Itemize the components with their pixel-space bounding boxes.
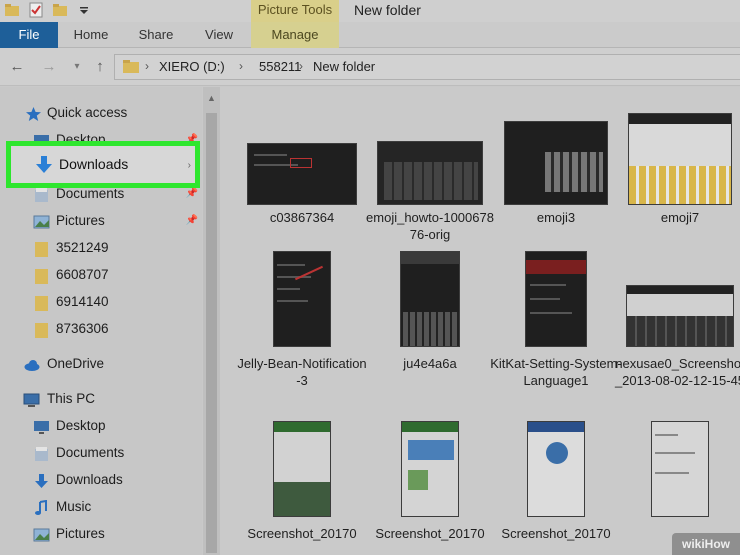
nav-downloads-highlighted[interactable]: Downloads › [6, 141, 200, 188]
tab-view[interactable]: View [190, 22, 248, 48]
image-thumbnail [626, 285, 734, 347]
new-folder-icon[interactable] [52, 2, 68, 18]
file-name: Screenshot_20170 [375, 526, 485, 541]
nav-pc-downloads[interactable]: Downloads [0, 469, 202, 493]
file-name: emoji3 [536, 210, 576, 225]
image-thumbnail [400, 251, 460, 347]
download-arrow-icon [36, 156, 52, 173]
image-thumbnail [628, 113, 732, 205]
pin-icon: 📌 [185, 188, 198, 199]
desktop-icon [34, 421, 49, 434]
downloads-label: Downloads [59, 156, 129, 172]
file-name: KitKat-Setting-System-Language1 [490, 356, 622, 388]
title-bar: Picture Tools New folder [0, 0, 740, 22]
tab-share[interactable]: Share [124, 22, 188, 48]
file-name: nexusae0_Screenshot_2013-08-02-12-15-45 [614, 356, 740, 388]
tab-home[interactable]: Home [60, 22, 122, 48]
file-name: Screenshot_20170 [247, 526, 357, 541]
image-thumbnail [504, 121, 608, 205]
address-row: ← → ▾ ↑ › XIERO (D:) › 558211 › New fold… [0, 48, 740, 86]
documents-icon [35, 447, 48, 461]
folder-icon [35, 323, 48, 338]
address-bar[interactable]: › XIERO (D:) › 558211 › New folder [114, 54, 740, 80]
quick-access-toolbar [4, 2, 92, 18]
folder-icon [35, 269, 48, 284]
nav-folder-8736306[interactable]: 8736306 [0, 318, 202, 342]
file-name: ju4e4a6a [403, 356, 457, 371]
tab-file[interactable]: File [0, 22, 58, 48]
download-arrow-icon [35, 474, 48, 488]
window-title: New folder [354, 2, 421, 18]
nav-pc-documents[interactable]: Documents [0, 442, 202, 466]
computer-icon [23, 393, 40, 407]
documents-icon [35, 188, 48, 202]
up-arrow-icon[interactable]: ↑ [91, 58, 109, 76]
nav-onedrive[interactable]: OneDrive [0, 353, 202, 377]
image-thumbnail [377, 141, 483, 205]
file-name: emoji7 [660, 210, 700, 225]
customize-dropdown-icon[interactable] [76, 2, 92, 18]
image-thumbnail [273, 251, 331, 347]
file-name: Screenshot_20170 [501, 526, 611, 541]
nav-folder-6914140[interactable]: 6914140 [0, 291, 202, 315]
file-name: c03867364 [269, 210, 335, 225]
nav-pc-desktop[interactable]: Desktop [0, 415, 202, 439]
folder-icon [35, 296, 48, 311]
image-thumbnail [247, 143, 357, 205]
nav-pc-music[interactable]: Music [0, 496, 202, 520]
image-thumbnail [527, 421, 585, 517]
nav-pc-pictures[interactable]: Pictures [0, 523, 202, 547]
folder-icon [35, 242, 48, 257]
image-thumbnail [273, 421, 331, 517]
music-icon [35, 500, 47, 515]
image-thumbnail [651, 421, 709, 517]
ribbon-tabs: File Home Share View Manage [0, 22, 740, 48]
back-arrow-icon[interactable]: ← [8, 58, 26, 76]
star-icon [26, 107, 41, 121]
scrollbar-thumb[interactable] [206, 113, 217, 553]
breadcrumb-separator-icon[interactable]: › [299, 59, 303, 73]
pictures-icon [33, 528, 50, 542]
picture-tools-label: Picture Tools [251, 0, 339, 22]
nav-scrollbar[interactable]: ▲ [203, 87, 220, 555]
file-name: emoji_howto-100067876-orig [366, 210, 494, 242]
breadcrumb-separator-icon[interactable]: › [239, 59, 243, 73]
file-view: c03867364 emoji_howto-100067876-orig emo… [220, 87, 740, 555]
scroll-up-icon[interactable]: ▲ [207, 93, 216, 103]
nav-folder-6608707[interactable]: 6608707 [0, 264, 202, 288]
pin-icon: 📌 [185, 215, 198, 226]
nav-pictures[interactable]: Pictures 📌 [0, 210, 202, 234]
image-thumbnail [525, 251, 587, 347]
chevron-right-icon: › [187, 160, 191, 171]
folder-icon [123, 60, 139, 73]
tab-manage[interactable]: Manage [251, 22, 339, 48]
breadcrumb-current[interactable]: New folder [313, 59, 375, 74]
breadcrumb-drive[interactable]: XIERO (D:) [159, 59, 225, 74]
file-name: Jelly-Bean-Notification-3 [237, 356, 367, 388]
nav-quick-access[interactable]: Quick access [0, 102, 202, 126]
image-thumbnail [401, 421, 459, 517]
forward-arrow-icon[interactable]: → [40, 58, 58, 76]
nav-folder-3521249[interactable]: 3521249 [0, 237, 202, 261]
wikihow-watermark: wikiHow [672, 533, 740, 555]
breadcrumb-folder[interactable]: 558211 [259, 59, 301, 74]
properties-icon[interactable] [28, 2, 44, 18]
recent-locations-chevron-icon[interactable]: ▾ [68, 58, 86, 76]
pictures-icon [33, 215, 50, 229]
nav-pc-videos[interactable] [0, 549, 202, 555]
breadcrumb-separator-icon[interactable]: › [145, 59, 149, 73]
nav-this-pc[interactable]: This PC [0, 388, 202, 412]
folder-icon[interactable] [4, 2, 20, 18]
cloud-icon [24, 360, 40, 371]
